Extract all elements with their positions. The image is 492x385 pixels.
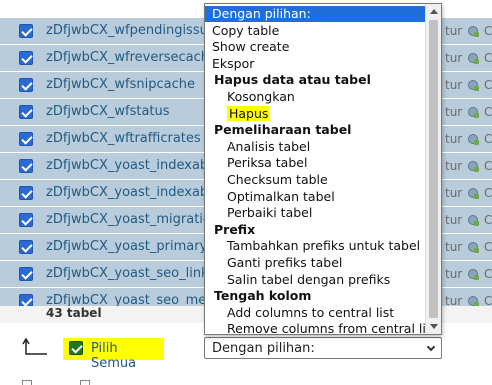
checked-checkbox-icon[interactable]	[19, 78, 33, 92]
table-structure-icon[interactable]	[468, 26, 479, 37]
scroll-up-arrow-icon[interactable]	[430, 9, 438, 14]
select-all-label: Pilih Semua	[91, 341, 137, 371]
dropdown-option[interactable]: Perbaiki tabel	[205, 205, 427, 221]
dropdown-scrollbar[interactable]	[425, 4, 441, 334]
checked-checkbox-icon[interactable]	[19, 186, 33, 200]
table-name-link[interactable]: zDfjwbCX_wfstatus	[46, 104, 170, 119]
table-name-link[interactable]: zDfjwbCX_wfreversecach	[46, 50, 209, 65]
dropdown-optgroup-label: Prefix	[214, 221, 256, 237]
dropdown-option-label: Hapus	[227, 105, 271, 121]
chevron-down-icon	[426, 342, 436, 352]
row-action-label[interactable]: tur	[445, 105, 462, 119]
dropdown-option[interactable]: Hapus	[205, 105, 427, 122]
dropdown-option[interactable]: Kosongkan	[205, 89, 427, 105]
partial-checkbox[interactable]	[22, 380, 32, 385]
table-name-link[interactable]: zDfjwbCX_wfsnipcache	[46, 77, 195, 92]
table-name-link[interactable]: zDfjwbCX_wftrafficrates	[46, 131, 201, 146]
arrow-up-left-icon	[22, 338, 47, 355]
row-action-label[interactable]: tur	[445, 159, 462, 173]
scroll-thumb[interactable]	[429, 20, 438, 318]
row-checkbox-cell	[0, 261, 40, 287]
table-structure-icon[interactable]	[468, 296, 479, 307]
row-action-label[interactable]: C	[484, 186, 492, 200]
dropdown-option[interactable]: Ekspor	[205, 56, 427, 72]
dropdown-option[interactable]: Copy table	[205, 23, 427, 39]
table-structure-icon[interactable]	[468, 80, 479, 91]
table-structure-icon[interactable]	[468, 188, 479, 199]
row-action-label[interactable]: C	[484, 78, 492, 92]
dropdown-option[interactable]: Checksum table	[205, 172, 427, 188]
dropdown-optgroup-label: Pemeliharaan tabel	[214, 122, 352, 138]
row-action-label[interactable]: tur	[445, 240, 462, 254]
row-checkbox-cell	[0, 72, 40, 98]
row-action-label[interactable]: C	[484, 132, 492, 146]
row-checkbox-cell	[0, 45, 40, 71]
table-name-link[interactable]: zDfjwbCX_yoast_seo_link	[46, 266, 209, 281]
table-name-link[interactable]: zDfjwbCX_yoast_primary	[46, 239, 207, 254]
row-action-label[interactable]: C	[484, 105, 492, 119]
row-action-label[interactable]: C	[484, 159, 492, 173]
checked-checkbox-icon[interactable]	[19, 159, 33, 173]
row-checkbox-cell	[0, 234, 40, 260]
checked-checkbox-icon[interactable]	[19, 132, 33, 146]
table-structure-icon[interactable]	[468, 215, 479, 226]
row-checkbox-cell	[0, 180, 40, 206]
row-checkbox-cell	[0, 18, 40, 44]
table-structure-icon[interactable]	[468, 53, 479, 64]
with-selected-value: Dengan pilihan:	[212, 341, 315, 356]
row-checkbox-cell	[0, 99, 40, 125]
row-action-label[interactable]: tur	[445, 132, 462, 146]
table-structure-icon[interactable]	[468, 242, 479, 253]
checked-checkbox-icon[interactable]	[19, 267, 33, 281]
dropdown-option[interactable]: Dengan pilihan:	[205, 6, 427, 22]
checked-checkbox-icon[interactable]	[19, 24, 33, 38]
table-name-link[interactable]: zDfjwbCX_yoast_indexab	[46, 185, 208, 200]
bottom-partial-controls	[0, 378, 492, 385]
dropdown-option[interactable]: Periksa tabel	[205, 155, 427, 171]
checked-checkbox-icon[interactable]	[19, 51, 33, 65]
row-action-label[interactable]: tur	[445, 24, 462, 38]
row-action-label[interactable]: C	[484, 51, 492, 65]
dropdown-option[interactable]: Add columns to central list	[205, 305, 427, 321]
table-name-link[interactable]: zDfjwbCX_wfpendingissu	[46, 23, 208, 38]
row-action-label[interactable]: C	[484, 24, 492, 38]
row-action-label[interactable]: tur	[445, 78, 462, 92]
row-action-label[interactable]: C	[484, 267, 492, 281]
dropdown-option[interactable]: Tambahkan prefiks untuk tabel	[205, 238, 427, 254]
row-action-label[interactable]: tur	[445, 267, 462, 281]
dropdown-option[interactable]: Optimalkan tabel	[205, 189, 427, 205]
row-action-label[interactable]: C	[484, 213, 492, 227]
select-all-toggle[interactable]: Pilih Semua	[63, 338, 164, 371]
dropdown-option[interactable]: Remove columns from central list	[205, 321, 437, 334]
dropdown-option[interactable]: Ganti prefiks tabel	[205, 255, 427, 271]
checked-checkbox-icon[interactable]	[19, 105, 33, 119]
dropdown-option[interactable]: Show create	[205, 39, 427, 55]
row-action-label[interactable]: tur	[445, 213, 462, 227]
scroll-down-arrow-icon[interactable]	[430, 324, 438, 329]
partial-checkbox[interactable]	[80, 380, 90, 385]
table-count-label: 43 tabel	[46, 306, 102, 320]
table-structure-icon[interactable]	[468, 134, 479, 145]
table-name-link[interactable]: zDfjwbCX_yoast_migratio	[46, 212, 211, 227]
table-structure-icon[interactable]	[468, 161, 479, 172]
select-all-checkbox[interactable]	[69, 341, 83, 355]
row-action-label[interactable]: tur	[445, 186, 462, 200]
dropdown-option[interactable]: Analisis tabel	[205, 139, 427, 155]
table-structure-icon[interactable]	[468, 107, 479, 118]
row-checkbox-cell	[0, 126, 40, 152]
with-selected-dropdown-list[interactable]: Dengan pilihan: Copy table Show create Eksp…	[204, 3, 442, 335]
dropdown-optgroup-label: Tengah kolom	[214, 288, 312, 304]
row-action-label[interactable]: tur	[445, 51, 462, 65]
checked-checkbox-icon[interactable]	[19, 213, 33, 227]
row-checkbox-cell	[0, 153, 40, 179]
row-action-label[interactable]: C	[484, 240, 492, 254]
table-name-link[interactable]: zDfjwbCX_yoast_indexab	[46, 158, 208, 173]
with-selected-select[interactable]: Dengan pilihan:	[204, 337, 442, 359]
table-structure-icon[interactable]	[468, 269, 479, 280]
dropdown-optgroup-label: Hapus data atau tabel	[214, 72, 371, 88]
row-checkbox-cell	[0, 207, 40, 233]
dropdown-option[interactable]: Salin tabel dengan prefiks	[205, 272, 427, 288]
checked-checkbox-icon[interactable]	[19, 240, 33, 254]
